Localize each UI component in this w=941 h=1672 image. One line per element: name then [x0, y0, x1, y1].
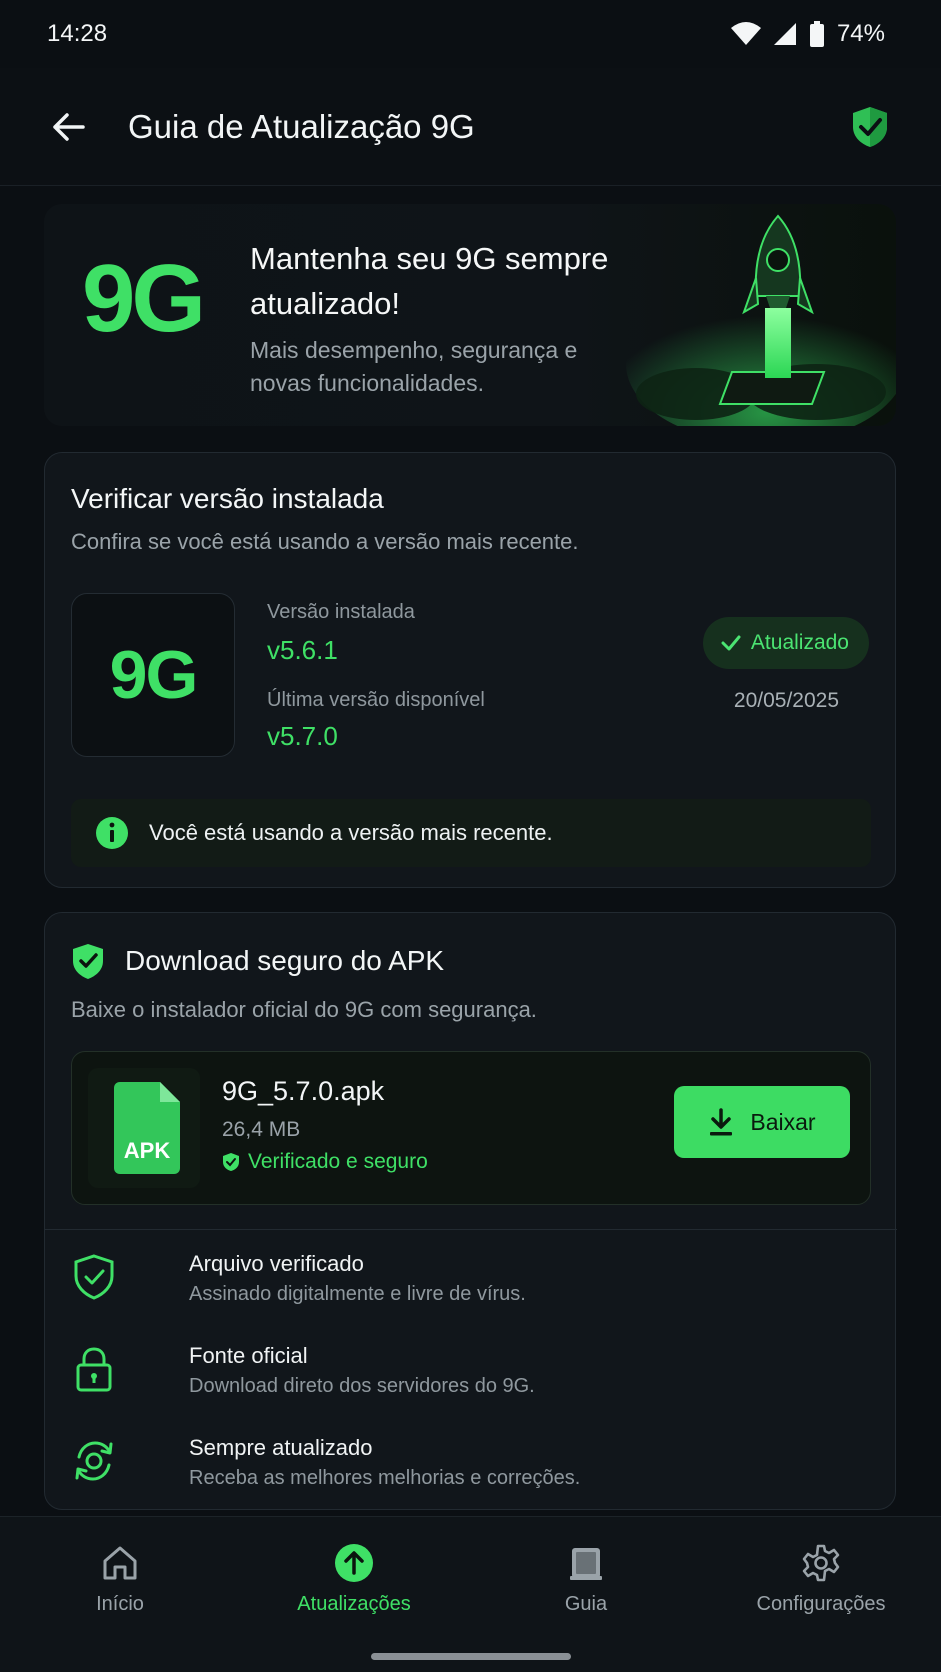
security-shield-button[interactable]	[845, 102, 895, 152]
page-title: Guia de Atualização 9G	[128, 107, 475, 145]
nav-item-updates[interactable]: Atualizações	[284, 1543, 424, 1616]
home-indicator[interactable]	[371, 1653, 571, 1660]
lock-icon	[76, 1347, 112, 1392]
feature-subtitle: Download direto dos servidores do 9G.	[189, 1375, 535, 1397]
apk-file-name: 9G_5.7.0.apk	[222, 1076, 385, 1106]
app-bar: Guia de Atualização 9G	[0, 68, 941, 186]
feature-item: Sempre atualizado Receba as melhores mel…	[71, 1431, 851, 1501]
apk-file-icon: APK	[88, 1068, 200, 1188]
apk-file-item: APK 9G_5.7.0.apk 26,4 MB Verificado e se…	[71, 1051, 871, 1205]
hero-banner: 9G Mantenha seu 9G sempre atualizado! Ma…	[44, 204, 896, 426]
download-card-subtitle: Baixe o instalador oficial do 9G com seg…	[71, 997, 537, 1022]
nav-label: Início	[96, 1593, 144, 1615]
battery-icon	[809, 21, 824, 47]
apk-file-size: 26,4 MB	[222, 1118, 301, 1141]
download-button[interactable]: Baixar	[674, 1086, 850, 1158]
status-time: 14:28	[47, 20, 108, 47]
shield-check-icon	[73, 944, 103, 979]
download-card: Download seguro do APK Baixe o instalado…	[44, 912, 897, 1510]
check-icon	[721, 635, 741, 651]
nav-item-guide[interactable]: Guia	[546, 1543, 626, 1616]
app-logo: 9G	[71, 593, 235, 757]
back-button[interactable]	[38, 97, 98, 157]
installed-version-value: v5.6.1	[267, 635, 338, 665]
feature-subtitle: Receba as melhores melhorias e correções…	[189, 1467, 581, 1489]
shield-check-icon	[853, 107, 887, 147]
hero-logo: 9G	[82, 245, 206, 352]
download-button-label: Baixar	[750, 1108, 816, 1135]
verified-text: Verificado e seguro	[248, 1150, 428, 1173]
signal-icon	[773, 23, 796, 45]
home-icon	[103, 1546, 137, 1580]
feature-subtitle: Assinado digitalmente e livre de vírus.	[189, 1283, 526, 1305]
arrow-up-circle-icon	[335, 1544, 373, 1582]
version-card-title: Verificar versão instalada	[71, 483, 384, 514]
wifi-icon	[730, 22, 761, 45]
rocket-illustration	[626, 214, 896, 426]
battery-level: 74%	[836, 20, 885, 47]
verified-label: Verificado e seguro	[222, 1150, 428, 1174]
arrow-left-icon	[53, 112, 85, 141]
book-icon	[570, 1548, 602, 1580]
shield-check-icon	[223, 1153, 239, 1171]
nav-item-home[interactable]: Início	[80, 1543, 160, 1616]
status-badge-label: Atualizado	[750, 631, 849, 654]
hero-title: Mantenha seu 9G sempre atualizado!	[250, 241, 609, 321]
status-icons: 74%	[730, 20, 885, 48]
svg-text:APK: APK	[124, 1138, 171, 1163]
latest-version-label: Última versão disponível	[267, 689, 485, 711]
nav-label: Guia	[564, 1593, 608, 1615]
feature-title: Arquivo verificado	[189, 1251, 364, 1276]
installed-version-label: Versão instalada	[267, 601, 415, 623]
shield-check-icon	[74, 1254, 114, 1300]
info-banner: Você está usando a versão mais recente.	[71, 799, 871, 867]
info-text: Você está usando a versão mais recente.	[149, 820, 553, 845]
version-card-subtitle: Confira se você está usando a versão mai…	[71, 529, 579, 554]
latest-version-value: v5.7.0	[267, 721, 338, 751]
status-bar: 14:28 74%	[0, 0, 941, 68]
nav-item-settings[interactable]: Configurações	[746, 1543, 896, 1616]
gear-icon	[802, 1544, 840, 1582]
download-icon	[710, 1108, 733, 1136]
nav-label: Configurações	[756, 1593, 886, 1615]
download-card-title: Download seguro do APK	[125, 945, 445, 976]
feature-title: Sempre atualizado	[189, 1435, 373, 1460]
refresh-icon	[75, 1441, 113, 1481]
release-date: 20/05/2025	[733, 689, 839, 712]
status-badge: Atualizado	[702, 617, 869, 669]
hero-subtitle: Mais desempenho, segurança e novas funci…	[250, 337, 578, 396]
feature-item: Fonte oficial Download direto dos servid…	[71, 1339, 851, 1409]
version-check-card: Verificar versão instalada Confira se vo…	[44, 452, 896, 888]
feature-item: Arquivo verificado Assinado digitalmente…	[71, 1247, 851, 1317]
divider	[45, 1229, 897, 1230]
nav-label: Atualizações	[297, 1593, 411, 1615]
bottom-navigation: Início Atualizações Guia Configurações	[0, 1516, 941, 1672]
info-icon	[96, 817, 128, 849]
feature-title: Fonte oficial	[189, 1343, 308, 1368]
